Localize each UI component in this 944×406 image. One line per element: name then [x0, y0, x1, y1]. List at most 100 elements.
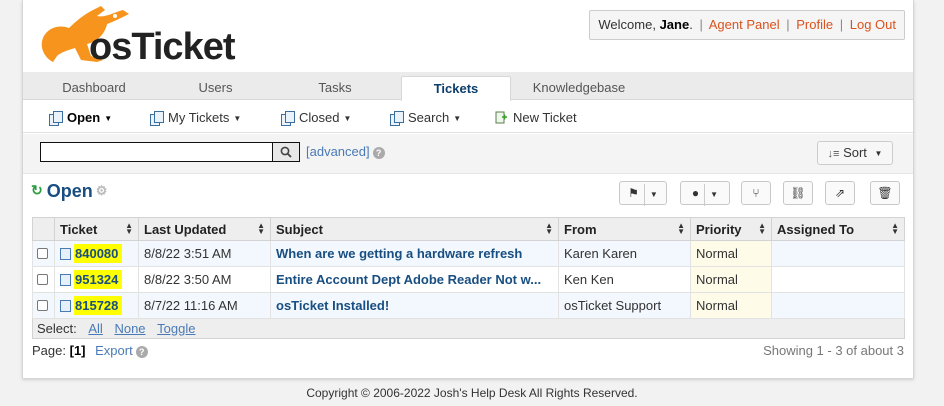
select-none-link[interactable]: None — [114, 321, 145, 336]
logout-link[interactable]: Log Out — [850, 17, 896, 32]
name-dot: . — [689, 17, 693, 32]
profile-link[interactable]: Profile — [796, 17, 833, 32]
welcome-text: Welcome, — [598, 17, 656, 32]
search-toolbar: [advanced]? ↓≡ Sort ▼ — [23, 134, 913, 174]
subnav-open-label: Open — [67, 110, 101, 125]
ticket-number-link[interactable]: 951324 — [74, 270, 123, 289]
new-ticket-icon — [495, 111, 507, 124]
ticket-icon — [60, 300, 71, 312]
advanced-search: [advanced]? — [306, 144, 385, 159]
delete-button[interactable]: 🗑 — [870, 181, 900, 205]
last-updated-cell: 8/8/22 3:51 AM — [138, 240, 271, 267]
advanced-search-link[interactable]: [advanced] — [306, 144, 370, 159]
pagination: Page: [1] Export? — [32, 343, 148, 358]
last-updated-cell: 8/8/22 3:50 AM — [138, 266, 271, 293]
subnav-my-tickets[interactable]: My Tickets ▼ — [150, 109, 241, 127]
refresh-icon[interactable]: ↻ — [31, 182, 43, 198]
flag-button[interactable]: ⚑ ▼ — [619, 181, 667, 206]
priority-cell: Normal — [690, 266, 772, 293]
tickets-icon — [150, 111, 164, 126]
caret-down-icon: ▼ — [704, 184, 718, 206]
sort-arrows-icon: ▲ ▼ — [891, 221, 899, 236]
column-header-priority[interactable]: Priority ▲ ▼ — [690, 217, 772, 241]
tab-dashboard[interactable]: Dashboard — [39, 76, 149, 100]
from-cell: Karen Karen — [558, 240, 691, 267]
table-row: 815728 8/7/22 11:16 AM osTicket Installe… — [32, 292, 905, 319]
assigned-to-cell — [771, 266, 905, 293]
export-link[interactable]: Export — [95, 343, 133, 358]
column-label: Subject — [276, 221, 323, 237]
sort-arrows-icon: ▲ ▼ — [545, 221, 553, 236]
ticket-icon — [60, 274, 71, 286]
caret-down-icon: ▼ — [453, 114, 462, 123]
caret-down-icon: ▼ — [643, 184, 658, 206]
current-page[interactable]: [1] — [70, 343, 86, 358]
search-input[interactable] — [40, 142, 272, 162]
subject-link[interactable]: When are we getting a hardware refresh — [276, 246, 522, 261]
ticket-icon — [60, 248, 71, 260]
gear-icon[interactable]: ⚙ — [96, 183, 108, 198]
column-label: Priority — [696, 221, 742, 237]
subnav-closed[interactable]: Closed ▼ — [281, 109, 351, 127]
column-header-assigned-to[interactable]: Assigned To ▲ ▼ — [771, 217, 905, 241]
sub-nav: Open ▼ My Tickets ▼ Closed ▼ Search ▼ New Ti… — [23, 101, 913, 133]
separator: | — [786, 17, 790, 32]
subnav-closed-label: Closed — [299, 110, 340, 125]
merge-icon: ⑂ — [752, 186, 760, 200]
ticket-number-cell: 951324 — [54, 266, 139, 293]
row-select-cell — [32, 240, 55, 267]
row-checkbox[interactable] — [37, 300, 48, 311]
priority-cell: Normal — [690, 240, 772, 267]
select-toggle-link[interactable]: Toggle — [157, 321, 195, 336]
column-label: Assigned To — [777, 221, 855, 237]
select-all-link[interactable]: All — [88, 321, 102, 336]
assigned-to-cell — [771, 292, 905, 319]
last-updated-cell: 8/7/22 11:16 AM — [138, 292, 271, 319]
logo[interactable]: osTicket — [31, 4, 235, 68]
share-button[interactable]: ⇗ — [825, 181, 855, 205]
select-column-header — [32, 217, 55, 241]
tab-tasks[interactable]: Tasks — [281, 76, 389, 100]
ticket-number-link[interactable]: 815728 — [74, 296, 123, 315]
page-label: Page: — [32, 343, 66, 358]
subject-link[interactable]: osTicket Installed! — [276, 298, 389, 313]
ticket-number-cell: 815728 — [54, 292, 139, 319]
row-checkbox[interactable] — [37, 274, 48, 285]
tab-users[interactable]: Users — [163, 76, 268, 100]
agent-panel-link[interactable]: Agent Panel — [709, 17, 780, 32]
from-cell: osTicket Support — [558, 292, 691, 319]
sort-arrows-icon: ▲ ▼ — [125, 221, 133, 236]
column-label: Ticket — [60, 221, 98, 237]
page-container: osTicket Welcome, Jane. | Agent Panel | … — [22, 0, 914, 378]
subnav-search[interactable]: Search ▼ — [390, 109, 461, 127]
ticket-number-link[interactable]: 840080 — [74, 244, 123, 263]
flag-icon: ⚑ — [628, 186, 639, 200]
select-label: Select: — [37, 321, 77, 336]
column-header-subject[interactable]: Subject ▲ ▼ — [270, 217, 559, 241]
column-header-from[interactable]: From ▲ ▼ — [558, 217, 691, 241]
help-icon[interactable]: ? — [135, 346, 148, 358]
user-name: Jane — [659, 17, 690, 32]
column-label: From — [564, 221, 597, 237]
subject-link[interactable]: Entire Account Dept Adobe Reader Not w..… — [276, 272, 541, 287]
subnav-new-ticket[interactable]: New Ticket — [495, 109, 577, 127]
search-button[interactable] — [272, 142, 300, 162]
link-button[interactable]: ⛓ — [783, 181, 813, 205]
tab-tickets[interactable]: Tickets — [401, 76, 511, 101]
subnav-open[interactable]: Open ▼ — [49, 109, 112, 127]
tab-knowledgebase[interactable]: Knowledgebase — [523, 76, 635, 100]
column-header-last-updated[interactable]: Last Updated ▲ ▼ — [138, 217, 271, 241]
tickets-icon — [390, 111, 404, 126]
merge-button[interactable]: ⑂ — [741, 181, 771, 205]
ticket-number-cell: 840080 — [54, 240, 139, 267]
column-header-ticket[interactable]: Ticket ▲ ▼ — [54, 217, 139, 241]
table-header-row: Ticket ▲ ▼ Last Updated ▲ ▼ Subject ▲ ▼ From ▲ ▼… — [32, 217, 905, 241]
assign-button[interactable]: ● ▼ — [680, 181, 730, 206]
help-icon[interactable]: ? — [372, 147, 385, 159]
row-checkbox[interactable] — [37, 248, 48, 259]
select-options: Select: All None Toggle — [32, 318, 905, 339]
sort-button[interactable]: ↓≡ Sort ▼ — [817, 141, 893, 165]
tickets-icon — [49, 111, 63, 126]
sort-icon: ↓≡ — [827, 148, 840, 160]
queue-title-text[interactable]: Open — [47, 181, 93, 201]
